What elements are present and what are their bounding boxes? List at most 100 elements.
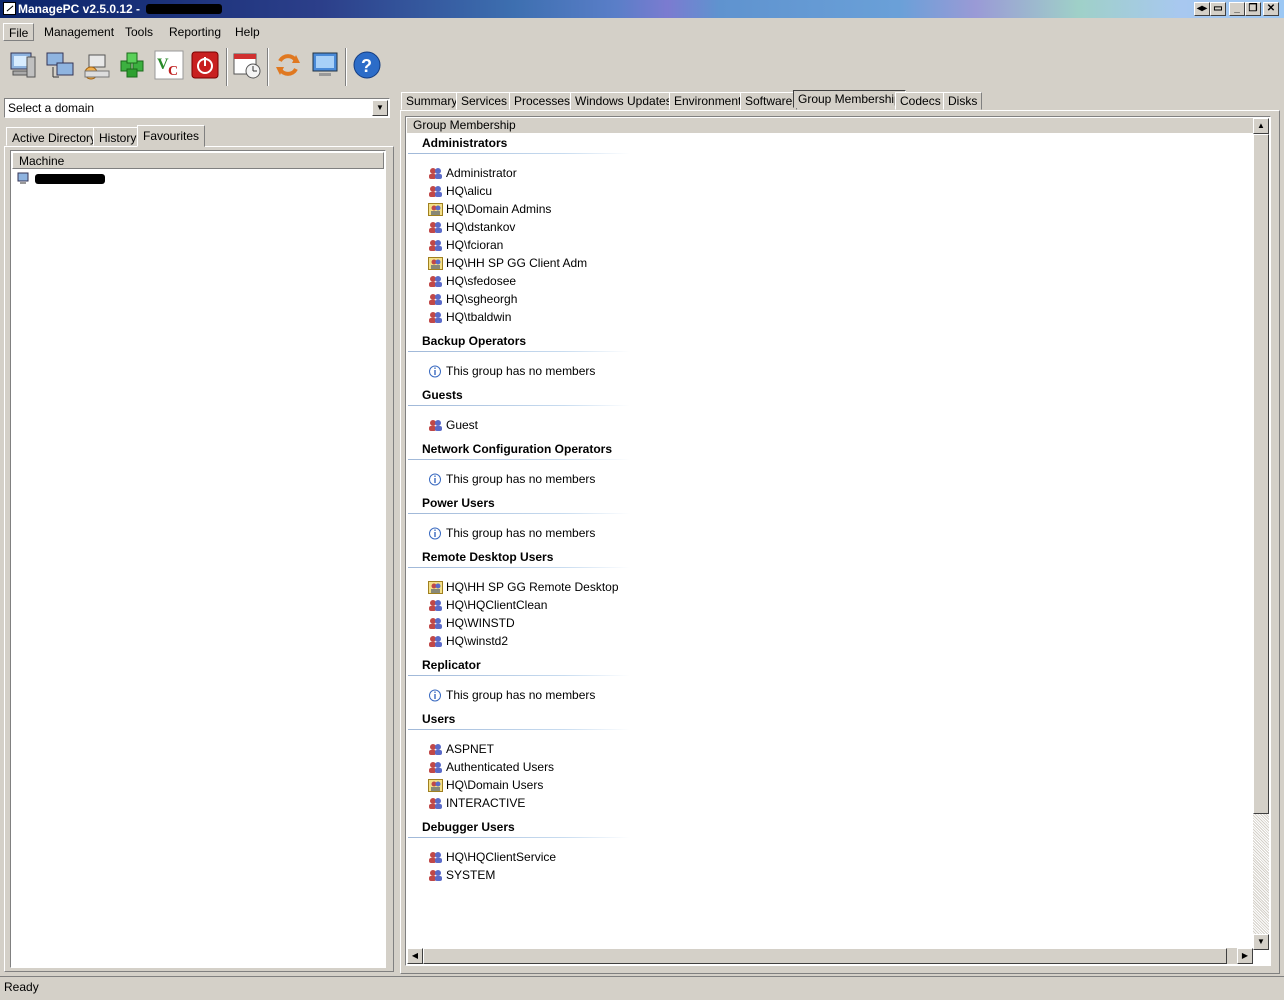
menu-help[interactable]: Help (230, 23, 265, 41)
remote-desktop-icon[interactable] (308, 48, 342, 82)
tab-software[interactable]: Software (740, 92, 798, 110)
tab-group-membership[interactable]: Group Membership (793, 90, 906, 108)
menu-file[interactable]: File (3, 23, 35, 41)
group-icon (428, 256, 443, 270)
user-icon (428, 185, 443, 198)
close-button[interactable]: ✕ (1263, 2, 1279, 16)
user-icon (428, 797, 443, 810)
member-name: Administrator (446, 166, 517, 180)
tab-active-directory[interactable]: Active Directory (6, 127, 103, 146)
member-item[interactable]: HQ\HQClientService (428, 849, 556, 865)
vertical-scrollbar[interactable]: ▲ ▼ (1253, 118, 1269, 950)
member-item[interactable]: HQ\winstd2 (428, 633, 508, 649)
list-item[interactable] (17, 171, 105, 187)
empty-group-message: This group has no members (428, 471, 595, 487)
member-item[interactable]: HQ\fcioran (428, 237, 503, 253)
member-item[interactable]: HQ\sgheorgh (428, 291, 517, 307)
network-computers-icon[interactable] (44, 48, 78, 82)
title-bar: ManagePC v2.5.0.12 - ◂▸ ▭ _ ❐ ✕ (0, 0, 1284, 18)
member-name: HQ\HH SP GG Remote Desktop (446, 580, 619, 594)
scroll-left-icon[interactable]: ◀ (407, 948, 423, 964)
member-name: HQ\HH SP GG Client Adm (446, 256, 588, 270)
extra-caption-button[interactable]: ◂▸ (1194, 2, 1210, 16)
group-divider (408, 675, 630, 676)
member-item[interactable]: HQ\HH SP GG Client Adm (428, 255, 587, 271)
vnc-icon[interactable]: VC (152, 48, 186, 82)
group-title: Replicator (422, 658, 481, 672)
user-icon (428, 743, 443, 756)
scroll-up-icon[interactable]: ▲ (1253, 118, 1269, 134)
member-item[interactable]: HQ\tbaldwin (428, 309, 511, 325)
minimize-button[interactable]: _ (1229, 2, 1245, 16)
group-title: Power Users (422, 496, 495, 510)
computer-icon[interactable] (6, 48, 40, 82)
member-name: HQ\winstd2 (446, 634, 509, 648)
member-item[interactable]: Guest (428, 417, 478, 433)
group-icon (428, 202, 443, 216)
member-item[interactable]: HQ\Domain Users (428, 777, 543, 793)
member-name: This group has no members (446, 526, 596, 540)
remote-install-icon[interactable] (80, 48, 114, 82)
menu-management[interactable]: Management (39, 23, 119, 41)
shutdown-icon[interactable] (188, 48, 222, 82)
status-text: Ready (4, 980, 39, 994)
member-item[interactable]: HQ\dstankov (428, 219, 515, 235)
member-name: This group has no members (446, 688, 596, 702)
help-icon[interactable]: ? (350, 48, 384, 82)
tab-processes[interactable]: Processes (509, 92, 576, 110)
tab-windows-updates[interactable]: Windows Updates (570, 92, 677, 110)
rollup-button[interactable]: ▭ (1210, 2, 1226, 16)
member-item[interactable]: HQ\HQClientClean (428, 597, 547, 613)
group-title: Remote Desktop Users (422, 550, 554, 564)
status-bar: Ready (0, 976, 1284, 998)
member-item[interactable]: Administrator (428, 165, 517, 181)
user-icon (428, 293, 443, 306)
green-blocks-icon[interactable] (116, 48, 150, 82)
group-divider (408, 567, 630, 568)
info-icon (428, 527, 443, 540)
member-item[interactable]: HQ\WINSTD (428, 615, 515, 631)
tab-summary[interactable]: Summary (401, 92, 463, 110)
menu-reporting[interactable]: Reporting (164, 23, 226, 41)
scroll-thumb[interactable] (423, 948, 1227, 964)
refresh-icon[interactable] (271, 48, 305, 82)
machine-list[interactable]: Machine (10, 150, 386, 968)
scroll-thumb[interactable] (1253, 134, 1269, 814)
member-name: HQ\HQClientService (446, 850, 557, 864)
group-divider (408, 351, 630, 352)
member-item[interactable]: INTERACTIVE (428, 795, 525, 811)
member-item[interactable]: HQ\HH SP GG Remote Desktop (428, 579, 619, 595)
user-icon (428, 851, 443, 864)
menu-bar: File Management Tools Reporting Help (0, 20, 1284, 42)
redacted-machine-name (146, 4, 222, 14)
member-item[interactable]: ASPNET (428, 741, 494, 757)
member-item[interactable]: HQ\sfedosee (428, 273, 516, 289)
scroll-down-icon[interactable]: ▼ (1253, 934, 1269, 950)
member-item[interactable]: HQ\alicu (428, 183, 492, 199)
member-item[interactable]: SYSTEM (428, 867, 495, 883)
member-name: HQ\sgheorgh (446, 292, 518, 306)
tab-codecs[interactable]: Codecs (895, 92, 946, 110)
scroll-right-icon[interactable]: ▶ (1237, 948, 1253, 964)
tab-environment[interactable]: Environment (669, 92, 747, 110)
user-icon (428, 167, 443, 180)
tab-favourites[interactable]: Favourites (137, 125, 206, 147)
column-header-machine[interactable]: Machine (12, 152, 384, 169)
group-title: Users (422, 712, 456, 726)
scheduler-icon[interactable] (230, 48, 264, 82)
member-item[interactable]: HQ\Domain Admins (428, 201, 551, 217)
domain-select[interactable]: Select a domain ▼ (4, 98, 390, 118)
horizontal-scrollbar[interactable]: ◀ ▶ (407, 948, 1253, 964)
restore-button[interactable]: ❐ (1245, 2, 1261, 16)
member-name: HQ\HQClientClean (446, 598, 548, 612)
user-icon (428, 239, 443, 252)
tab-services[interactable]: Services (456, 92, 513, 110)
tab-history[interactable]: History (93, 127, 143, 146)
member-item[interactable]: Authenticated Users (428, 759, 554, 775)
user-icon (428, 419, 443, 432)
chevron-down-icon[interactable]: ▼ (372, 100, 388, 116)
group-title: Guests (422, 388, 463, 402)
menu-tools[interactable]: Tools (120, 23, 158, 41)
tab-disks[interactable]: Disks (943, 92, 983, 110)
member-name: INTERACTIVE (446, 796, 526, 810)
